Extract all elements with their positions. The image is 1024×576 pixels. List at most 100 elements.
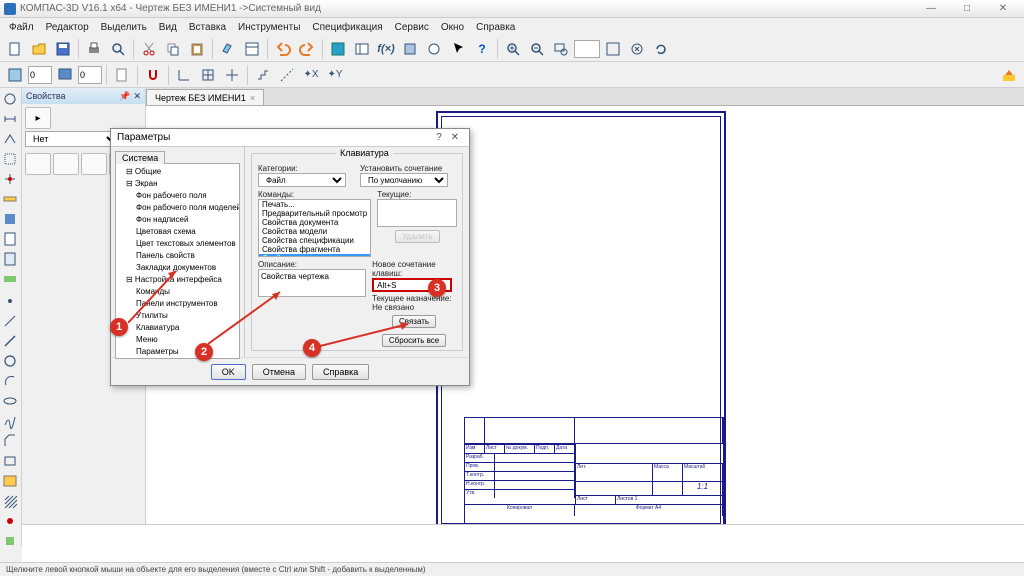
rectangle-icon[interactable] — [0, 452, 20, 470]
zoom-in-icon[interactable] — [502, 38, 524, 60]
maximize-button[interactable]: □ — [950, 2, 984, 16]
properties-icon[interactable] — [241, 38, 263, 60]
grid-icon[interactable] — [197, 64, 219, 86]
menu-help[interactable]: Справка — [471, 20, 520, 35]
coords-x-icon[interactable]: ✦X — [300, 64, 322, 86]
pb3[interactable] — [81, 153, 107, 175]
spec-tool-icon[interactable] — [0, 230, 20, 248]
zoom-input[interactable] — [574, 40, 600, 58]
dialog-help-icon[interactable]: ? — [431, 132, 447, 143]
command-item[interactable]: Свойства модели — [259, 227, 370, 236]
commands-list[interactable]: Печать...Предварительный просмотрСвойств… — [258, 199, 371, 257]
hatch-icon[interactable] — [0, 492, 20, 510]
axis-icon[interactable] — [221, 64, 243, 86]
zoom-fit-icon[interactable] — [602, 38, 624, 60]
tree-node[interactable]: Фон рабочего поля моделей — [118, 202, 237, 214]
layer-icon[interactable] — [54, 64, 76, 86]
tree-node[interactable]: Цветовая схема — [118, 226, 237, 238]
system-tab[interactable]: Система — [115, 151, 165, 164]
color-icon[interactable] — [998, 64, 1020, 86]
menu-window[interactable]: Окно — [436, 20, 469, 35]
tree-node[interactable]: Панель свойств — [118, 250, 237, 262]
menu-service[interactable]: Сервис — [390, 20, 434, 35]
ellipse-icon[interactable] — [0, 392, 20, 410]
panel-close-icon[interactable]: ✕ — [133, 91, 141, 102]
ortho-icon[interactable] — [173, 64, 195, 86]
select-tool-icon[interactable] — [0, 210, 20, 228]
pin-icon[interactable]: 📌 — [119, 91, 130, 102]
menu-insert[interactable]: Вставка — [184, 20, 231, 35]
parametric-icon[interactable] — [0, 170, 20, 188]
zoom-out-icon[interactable] — [526, 38, 548, 60]
zoom-prev-icon[interactable] — [626, 38, 648, 60]
cursor-icon[interactable] — [447, 38, 469, 60]
command-item[interactable]: Свойства фрагмента — [259, 245, 370, 254]
zoom-window-icon[interactable] — [550, 38, 572, 60]
properties-dropdown[interactable]: Нет — [25, 131, 120, 147]
geometry-icon[interactable] — [0, 90, 20, 108]
report-icon[interactable] — [0, 250, 20, 268]
cut-icon[interactable] — [138, 38, 160, 60]
manager-icon[interactable] — [327, 38, 349, 60]
save-icon[interactable] — [52, 38, 74, 60]
dialog-titlebar[interactable]: Параметры ? ✕ — [111, 129, 469, 147]
snap-grid-icon[interactable] — [4, 64, 26, 86]
menu-spec[interactable]: Спецификация — [307, 20, 387, 35]
insert-tool-icon[interactable] — [0, 270, 20, 288]
menu-view[interactable]: Вид — [154, 20, 182, 35]
delete-button[interactable]: Удалить — [395, 230, 440, 243]
views-icon[interactable] — [423, 38, 445, 60]
undo-icon[interactable] — [272, 38, 294, 60]
extra1-icon[interactable] — [0, 512, 20, 530]
help-icon[interactable]: ? — [471, 38, 493, 60]
zoom-refresh-icon[interactable] — [650, 38, 672, 60]
coords-y-icon[interactable]: ✦Y — [324, 64, 346, 86]
segment-icon[interactable] — [0, 332, 20, 350]
spline-icon[interactable] — [0, 412, 20, 430]
pb2[interactable] — [53, 153, 79, 175]
circle-tool-icon[interactable] — [0, 352, 20, 370]
command-item[interactable]: Свойства документа — [259, 218, 370, 227]
command-item[interactable]: Свойства чертежа — [259, 254, 370, 257]
arc-icon[interactable] — [0, 372, 20, 390]
library-icon[interactable] — [0, 472, 20, 490]
fx-icon[interactable]: f(×) — [375, 38, 397, 60]
pb1[interactable] — [25, 153, 51, 175]
tree-node[interactable]: Фон надписей — [118, 214, 237, 226]
tree-node[interactable]: ⊟ Экран — [118, 178, 237, 190]
copy-icon[interactable] — [162, 38, 184, 60]
sheet-icon[interactable] — [111, 64, 133, 86]
edit-icon[interactable] — [0, 150, 20, 168]
line-icon[interactable] — [0, 312, 20, 330]
new-icon[interactable] — [4, 38, 26, 60]
tree-node[interactable]: Размер значков — [118, 358, 237, 359]
panel-arrow-icon[interactable]: ▸ — [25, 107, 51, 129]
step-input[interactable] — [28, 66, 52, 84]
menu-edit[interactable]: Редактор — [41, 20, 94, 35]
trace-icon[interactable] — [252, 64, 274, 86]
menu-select[interactable]: Выделить — [96, 20, 152, 35]
notation-icon[interactable] — [0, 130, 20, 148]
current-shortcuts-box[interactable] — [377, 199, 457, 227]
command-item[interactable]: Свойства спецификации — [259, 236, 370, 245]
command-item[interactable]: Предварительный просмотр — [259, 209, 370, 218]
preview-icon[interactable] — [107, 38, 129, 60]
redo-icon[interactable] — [296, 38, 318, 60]
ok-button[interactable]: OK — [211, 364, 246, 380]
tree-node[interactable]: Параметры — [118, 346, 237, 358]
command-item[interactable]: Печать... — [259, 200, 370, 209]
measure-icon[interactable] — [0, 190, 20, 208]
paste-icon[interactable] — [186, 38, 208, 60]
category-select[interactable]: Файл — [258, 173, 346, 187]
layer-input[interactable] — [78, 66, 102, 84]
aux-icon[interactable] — [276, 64, 298, 86]
open-icon[interactable] — [28, 38, 50, 60]
tree-node[interactable]: Цвет текстовых элементов — [118, 238, 237, 250]
parameters-icon[interactable] — [399, 38, 421, 60]
extra2-icon[interactable] — [0, 532, 20, 550]
dimension-icon[interactable] — [0, 110, 20, 128]
chamfer-icon[interactable] — [0, 432, 20, 450]
variables-icon[interactable] — [351, 38, 373, 60]
magnet-icon[interactable] — [142, 64, 164, 86]
dialog-close-icon[interactable]: ✕ — [447, 132, 463, 143]
